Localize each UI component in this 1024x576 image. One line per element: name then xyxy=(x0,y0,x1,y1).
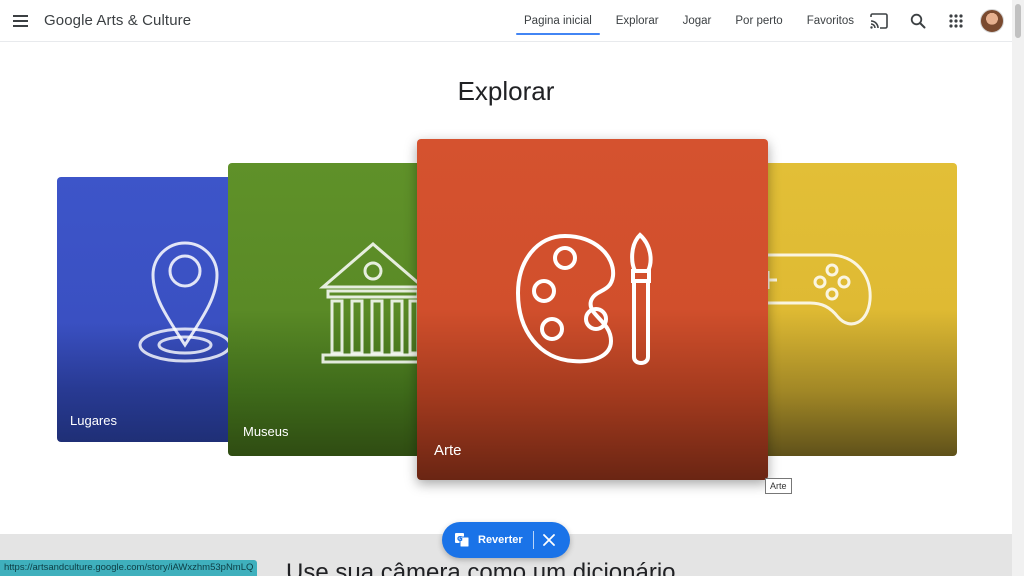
nav-por-perto[interactable]: Por perto xyxy=(725,0,792,42)
app-logo[interactable]: Google Arts & Culture xyxy=(44,12,191,29)
page-scrollbar[interactable] xyxy=(1012,0,1024,576)
svg-text:G: G xyxy=(457,535,463,543)
card-lugares[interactable]: Lugares xyxy=(57,177,247,442)
card-museus[interactable]: Museus xyxy=(228,163,428,456)
card-label-arte: Arte xyxy=(434,442,462,459)
menu-icon[interactable] xyxy=(11,11,31,31)
card-jogos[interactable] xyxy=(760,163,957,456)
revert-label: Reverter xyxy=(478,534,523,546)
cast-icon[interactable] xyxy=(869,11,889,31)
nav-pagina-inicial[interactable]: Pagina inicial xyxy=(514,0,602,42)
palette-icon xyxy=(515,232,653,365)
main-nav: Pagina inicial Explorar Jogar Por perto … xyxy=(514,0,868,42)
translate-icon: G xyxy=(455,533,470,548)
next-section-title: Use sua câmera como um dicionário xyxy=(286,559,676,576)
translate-bar: G Reverter xyxy=(442,522,570,558)
top-app-bar: Google Arts & Culture Pagina inicial Exp… xyxy=(0,0,1012,42)
scroll-thumb[interactable] xyxy=(1015,4,1021,38)
section-title: Explorar xyxy=(457,76,555,106)
apps-icon[interactable] xyxy=(946,11,966,31)
nav-jogar[interactable]: Jogar xyxy=(673,0,722,42)
gamepad-icon xyxy=(760,253,872,326)
museum-icon xyxy=(318,242,428,364)
card-arte[interactable]: Arte xyxy=(417,139,768,480)
nav-explorar[interactable]: Explorar xyxy=(606,0,669,42)
tooltip: Arte xyxy=(765,478,792,494)
card-label-museus: Museus xyxy=(243,424,289,439)
nav-favoritos[interactable]: Favoritos xyxy=(797,0,864,42)
revert-translation-button[interactable]: G Reverter xyxy=(442,522,523,558)
card-label-lugares: Lugares xyxy=(70,413,117,428)
avatar[interactable] xyxy=(980,9,1004,33)
close-icon[interactable] xyxy=(534,522,564,558)
status-url: https://artsandculture.google.com/story/… xyxy=(0,560,258,576)
search-icon[interactable] xyxy=(908,11,928,31)
